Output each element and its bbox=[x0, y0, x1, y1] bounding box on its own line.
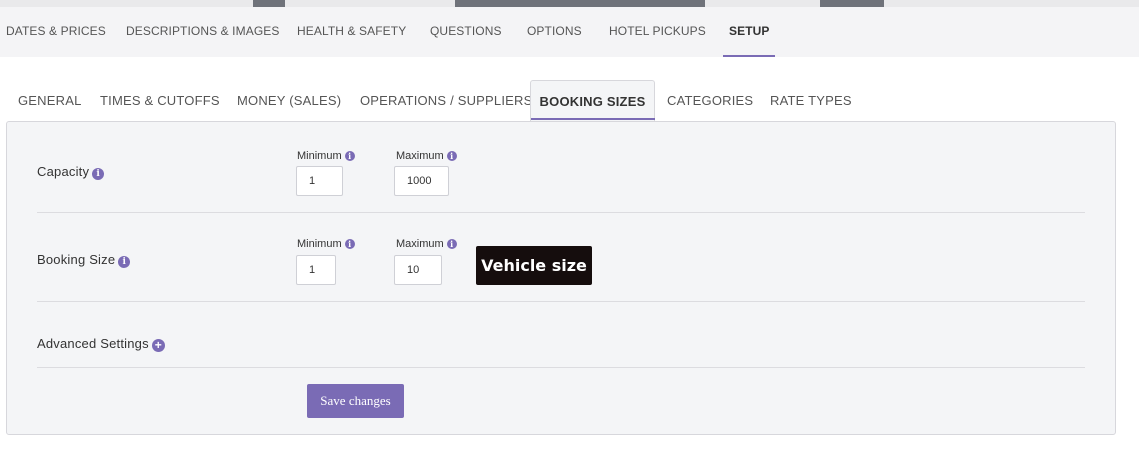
plus-circle-icon[interactable]: + bbox=[151, 339, 165, 352]
active-tab-indicator bbox=[723, 55, 775, 57]
strip-segment bbox=[455, 0, 705, 7]
info-icon[interactable]: i bbox=[344, 239, 355, 249]
booking-size-max-input[interactable]: 10 bbox=[394, 255, 442, 285]
booking-size-min-label-text: Minimum bbox=[297, 238, 342, 250]
tab-questions[interactable]: QUESTIONS bbox=[430, 7, 502, 57]
strip-segment bbox=[253, 0, 285, 7]
divider bbox=[37, 212, 1085, 213]
subtab-categories[interactable]: CATEGORIES bbox=[667, 80, 753, 121]
capacity-min-label-text: Minimum bbox=[297, 150, 342, 162]
main-tab-bar: DATES & PRICES DESCRIPTIONS & IMAGES HEA… bbox=[0, 7, 1139, 57]
capacity-max-input[interactable]: 1000 bbox=[394, 166, 449, 196]
sub-tab-bar: GENERAL TIMES & CUTOFFS MONEY (SALES) OP… bbox=[0, 80, 1139, 122]
info-icon[interactable]: i bbox=[446, 151, 457, 161]
subtab-rate-types[interactable]: RATE TYPES bbox=[770, 80, 852, 121]
tab-health-safety[interactable]: HEALTH & SAFETY bbox=[297, 7, 406, 57]
subtab-money-sales[interactable]: MONEY (SALES) bbox=[237, 80, 341, 121]
advanced-settings-label: Advanced Settings bbox=[37, 336, 149, 351]
save-changes-button[interactable]: Save changes bbox=[307, 384, 404, 418]
tab-dates-prices[interactable]: DATES & PRICES bbox=[6, 7, 106, 57]
tab-setup[interactable]: SETUP bbox=[729, 7, 770, 57]
active-subtab-indicator bbox=[531, 118, 655, 120]
capacity-row-label: Capacity i bbox=[37, 164, 105, 180]
tab-hotel-pickups[interactable]: HOTEL PICKUPS bbox=[609, 7, 706, 57]
subtab-times-cutoffs[interactable]: TIMES & CUTOFFS bbox=[100, 80, 220, 121]
tab-descriptions-images[interactable]: DESCRIPTIONS & IMAGES bbox=[126, 7, 279, 57]
divider bbox=[37, 367, 1085, 368]
strip-segment bbox=[820, 0, 884, 7]
subtab-operations-suppliers[interactable]: OPERATIONS / SUPPLIERS bbox=[360, 80, 532, 121]
subtab-general[interactable]: GENERAL bbox=[18, 80, 82, 121]
subtab-booking-sizes[interactable]: BOOKING SIZES bbox=[530, 80, 655, 121]
info-icon[interactable]: i bbox=[344, 151, 355, 161]
booking-size-row-label: Booking Size i bbox=[37, 252, 131, 268]
capacity-label: Capacity bbox=[37, 164, 90, 179]
divider bbox=[37, 301, 1085, 302]
booking-size-min-label: Minimum i bbox=[297, 238, 355, 250]
booking-size-max-label-text: Maximum bbox=[396, 238, 444, 250]
advanced-settings-toggle[interactable]: Advanced Settings + bbox=[37, 336, 165, 352]
info-icon[interactable]: i bbox=[118, 256, 131, 268]
info-icon[interactable]: i bbox=[92, 168, 105, 180]
capacity-min-input[interactable]: 1 bbox=[296, 166, 343, 196]
booking-size-max-label: Maximum i bbox=[396, 238, 457, 250]
capacity-max-label-text: Maximum bbox=[396, 150, 444, 162]
booking-size-min-input[interactable]: 1 bbox=[296, 255, 336, 285]
capacity-max-label: Maximum i bbox=[396, 150, 457, 162]
booking-size-label: Booking Size bbox=[37, 252, 116, 267]
vehicle-size-tooltip: Vehicle size bbox=[476, 246, 592, 285]
capacity-min-label: Minimum i bbox=[297, 150, 355, 162]
info-icon[interactable]: i bbox=[446, 239, 457, 249]
top-image-strip bbox=[0, 0, 1139, 7]
tab-options[interactable]: OPTIONS bbox=[527, 7, 582, 57]
